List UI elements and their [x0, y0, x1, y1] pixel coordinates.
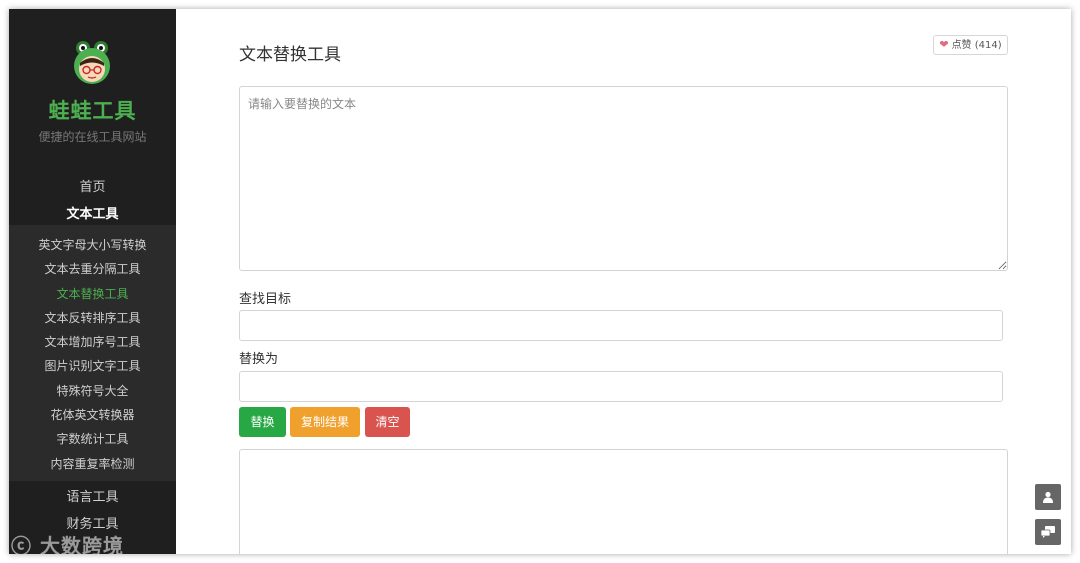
submenu-item-reverse-sort[interactable]: 文本反转排序工具 [9, 306, 176, 330]
brand-slogan: 便捷的在线工具网站 [38, 130, 147, 144]
frog-logo-icon[interactable] [71, 39, 113, 85]
replace-button[interactable]: 替换 [239, 407, 286, 437]
heart-icon: ❤ [939, 38, 949, 51]
submenu-item-word-count[interactable]: 字数统计工具 [9, 427, 176, 451]
app-window: 蛙蛙工具 便捷的在线工具网站 首页 文本工具 英文字母大小写转换 文本去重分隔工… [9, 9, 1071, 554]
submenu-item-dedupe[interactable]: 文本去重分隔工具 [9, 257, 176, 281]
chat-button[interactable] [1035, 519, 1061, 545]
like-button[interactable]: ❤ 点赞 (414) [933, 35, 1008, 55]
chat-icon [1040, 526, 1055, 538]
sidebar: 蛙蛙工具 便捷的在线工具网站 首页 文本工具 英文字母大小写转换 文本去重分隔工… [9, 9, 176, 554]
submenu-item-fancy-english[interactable]: 花体英文转换器 [9, 403, 176, 427]
nav-language-tools[interactable]: 语言工具 [9, 486, 176, 505]
submenu-item-case-convert[interactable]: 英文字母大小写转换 [9, 233, 176, 257]
submenu-item-ocr[interactable]: 图片识别文字工具 [9, 354, 176, 378]
find-target-input[interactable] [239, 310, 1003, 341]
submenu-item-special-symbols[interactable]: 特殊符号大全 [9, 379, 176, 403]
find-target-label: 查找目标 [239, 292, 292, 307]
user-icon [1043, 491, 1053, 503]
watermark-logo-icon: ⓒ [11, 534, 32, 554]
text-tools-submenu: 英文字母大小写转换 文本去重分隔工具 文本替换工具 文本反转排序工具 文本增加序… [9, 225, 176, 481]
watermark-text: 大数跨境 [39, 534, 124, 554]
page-title: 文本替换工具 [239, 45, 341, 65]
copy-result-button[interactable]: 复制结果 [290, 407, 360, 437]
submenu-item-text-replace[interactable]: 文本替换工具 [9, 282, 176, 306]
user-button[interactable] [1035, 484, 1061, 510]
like-label: 点赞 (414) [951, 40, 1002, 51]
watermark: ⓒ 大数跨境 [11, 530, 124, 554]
clear-button[interactable]: 清空 [365, 407, 410, 437]
replace-with-input[interactable] [239, 371, 1003, 402]
submenu-item-duplicate-check[interactable]: 内容重复率检测 [9, 452, 176, 476]
replace-with-label: 替换为 [239, 352, 279, 367]
brand-name[interactable]: 蛙蛙工具 [9, 95, 176, 125]
source-text-input[interactable] [239, 86, 1008, 271]
nav-text-tools[interactable]: 文本工具 [9, 203, 176, 222]
nav-home[interactable]: 首页 [9, 176, 176, 195]
result-text-output[interactable] [239, 449, 1008, 554]
submenu-item-add-numbers[interactable]: 文本增加序号工具 [9, 330, 176, 354]
